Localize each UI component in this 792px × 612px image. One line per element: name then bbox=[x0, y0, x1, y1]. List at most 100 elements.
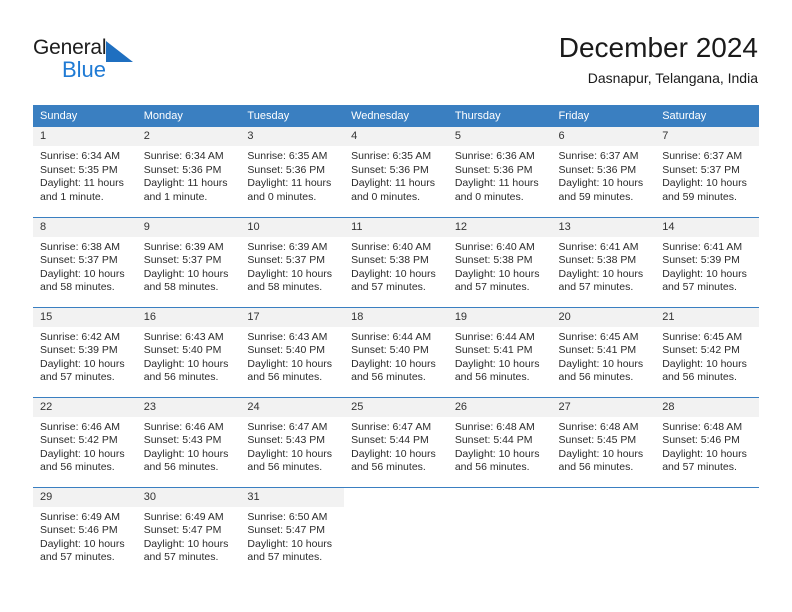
daylight-text-line1: Daylight: 10 hours bbox=[143, 267, 229, 280]
day-details: Sunrise: 6:35 AM Sunset: 5:36 PM Daylight:… bbox=[240, 146, 344, 204]
day-number: 8 bbox=[33, 217, 137, 237]
daylight-text-line1: Daylight: 10 hours bbox=[40, 267, 125, 280]
daylight-text-line1: Daylight: 10 hours bbox=[351, 267, 436, 280]
day-details: Sunrise: 6:46 AM Sunset: 5:42 PM Daylight:… bbox=[33, 417, 137, 475]
sunrise-text: Sunrise: 6:39 AM bbox=[143, 240, 224, 253]
day-number: 25 bbox=[344, 397, 448, 417]
daylight-text-line2: and 57 minutes. bbox=[143, 551, 219, 564]
page-title: December 2024 bbox=[558, 32, 758, 63]
day-number: 5 bbox=[447, 127, 552, 146]
sunset-text: Sunset: 5:40 PM bbox=[351, 344, 429, 357]
sunset-text: Sunset: 5:38 PM bbox=[351, 254, 429, 267]
daylight-text-line1: Daylight: 11 hours bbox=[143, 177, 228, 190]
daylight-text-line1: Daylight: 10 hours bbox=[662, 267, 747, 280]
calendar-day-cell[interactable]: 19 Sunrise: 6:44 AM Sunset: 5:41 PM Dayligh… bbox=[447, 306, 552, 397]
calendar-cell-inner: 14 Sunrise: 6:41 AM Sunset: 5:39 PM Dayligh… bbox=[655, 217, 759, 307]
daylight-text-line2: and 57 minutes. bbox=[247, 551, 323, 564]
day-number: 21 bbox=[655, 307, 759, 327]
sunset-text: Sunset: 5:45 PM bbox=[558, 434, 637, 447]
calendar-day-cell[interactable]: 16 Sunrise: 6:43 AM Sunset: 5:40 PM Dayligh… bbox=[136, 306, 241, 397]
daylight-text-line2: and 56 minutes. bbox=[454, 461, 530, 474]
calendar-day-cell[interactable]: 20 Sunrise: 6:45 AM Sunset: 5:41 PM Dayligh… bbox=[551, 306, 656, 397]
general-blue-logo[interactable]: General Blue bbox=[33, 36, 153, 84]
daylight-text-line1: Daylight: 11 hours bbox=[454, 177, 539, 190]
day-number: 17 bbox=[240, 307, 345, 327]
calendar-week-row: 22 Sunrise: 6:46 AM Sunset: 5:42 PM Dayligh… bbox=[33, 396, 759, 487]
calendar-day-cell[interactable]: 15 Sunrise: 6:42 AM Sunset: 5:39 PM Dayligh… bbox=[33, 306, 137, 397]
daylight-text-line2: and 56 minutes. bbox=[351, 371, 426, 384]
weekday-header-wednesday: Wednesday bbox=[344, 105, 448, 127]
calendar-cell-empty bbox=[344, 486, 448, 577]
calendar-day-cell[interactable]: 18 Sunrise: 6:44 AM Sunset: 5:40 PM Dayligh… bbox=[344, 306, 448, 397]
calendar-day-cell[interactable]: 5 Sunrise: 6:36 AM Sunset: 5:36 PM Daylight… bbox=[447, 127, 552, 217]
calendar-day-cell[interactable]: 23 Sunrise: 6:46 AM Sunset: 5:43 PM Dayligh… bbox=[136, 396, 241, 487]
calendar-day-cell[interactable]: 8 Sunrise: 6:38 AM Sunset: 5:37 PM Daylight… bbox=[33, 216, 137, 307]
calendar-day-cell[interactable]: 26 Sunrise: 6:48 AM Sunset: 5:44 PM Dayligh… bbox=[447, 396, 552, 487]
calendar-day-cell[interactable]: 2 Sunrise: 6:34 AM Sunset: 5:36 PM Daylight… bbox=[136, 127, 241, 217]
daylight-text-line2: and 57 minutes. bbox=[454, 281, 530, 294]
calendar-day-cell[interactable]: 6 Sunrise: 6:37 AM Sunset: 5:36 PM Daylight… bbox=[551, 127, 656, 217]
day-number: 18 bbox=[344, 307, 448, 327]
sunset-text: Sunset: 5:36 PM bbox=[558, 163, 637, 176]
calendar-day-cell[interactable]: 24 Sunrise: 6:47 AM Sunset: 5:43 PM Dayligh… bbox=[240, 396, 345, 487]
daylight-text-line2: and 59 minutes. bbox=[662, 190, 737, 203]
sunrise-text: Sunrise: 6:46 AM bbox=[143, 420, 224, 433]
daylight-text-line1: Daylight: 10 hours bbox=[40, 357, 125, 370]
day-details: Sunrise: 6:48 AM Sunset: 5:44 PM Daylight:… bbox=[448, 417, 552, 475]
calendar-day-cell[interactable]: 4 Sunrise: 6:35 AM Sunset: 5:36 PM Daylight… bbox=[344, 127, 448, 217]
weekday-header-friday: Friday bbox=[551, 105, 656, 127]
page-header: General Blue December 2024 Dasnapur, Tel… bbox=[0, 0, 792, 100]
calendar-day-cell[interactable]: 22 Sunrise: 6:46 AM Sunset: 5:42 PM Dayligh… bbox=[33, 396, 137, 487]
calendar-day-cell[interactable]: 13 Sunrise: 6:41 AM Sunset: 5:38 PM Dayligh… bbox=[551, 216, 656, 307]
day-number: 12 bbox=[447, 217, 552, 237]
calendar-day-cell[interactable]: 3 Sunrise: 6:35 AM Sunset: 5:36 PM Daylight… bbox=[240, 127, 345, 217]
calendar-day-cell[interactable]: 21 Sunrise: 6:45 AM Sunset: 5:42 PM Dayligh… bbox=[655, 306, 759, 397]
calendar-cell-inner: 11 Sunrise: 6:40 AM Sunset: 5:38 PM Dayligh… bbox=[344, 217, 448, 307]
calendar-page: General Blue December 2024 Dasnapur, Tel… bbox=[0, 0, 792, 612]
calendar-day-cell[interactable]: 7 Sunrise: 6:37 AM Sunset: 5:37 PM Daylight… bbox=[655, 127, 759, 217]
day-details: Sunrise: 6:34 AM Sunset: 5:36 PM Daylight:… bbox=[137, 146, 241, 204]
sunrise-text: Sunrise: 6:36 AM bbox=[454, 150, 535, 162]
calendar-day-cell[interactable]: 14 Sunrise: 6:41 AM Sunset: 5:39 PM Dayligh… bbox=[655, 216, 759, 307]
daylight-text-line1: Daylight: 10 hours bbox=[143, 447, 229, 460]
calendar-day-cell[interactable]: 28 Sunrise: 6:48 AM Sunset: 5:46 PM Dayligh… bbox=[655, 396, 759, 487]
calendar-day-cell[interactable]: 17 Sunrise: 6:43 AM Sunset: 5:40 PM Dayligh… bbox=[240, 306, 345, 397]
sunset-text: Sunset: 5:38 PM bbox=[558, 254, 637, 267]
calendar-day-cell[interactable]: 9 Sunrise: 6:39 AM Sunset: 5:37 PM Daylight… bbox=[136, 216, 241, 307]
daylight-text-line1: Daylight: 11 hours bbox=[40, 177, 124, 190]
day-details: Sunrise: 6:50 AM Sunset: 5:47 PM Daylight:… bbox=[240, 507, 344, 565]
daylight-text-line1: Daylight: 10 hours bbox=[351, 447, 436, 460]
day-number: 22 bbox=[33, 397, 137, 417]
calendar-cell-inner bbox=[447, 487, 552, 578]
calendar-day-cell[interactable]: 1 Sunrise: 6:34 AM Sunset: 5:35 PM Daylight… bbox=[33, 127, 137, 217]
daylight-text-line1: Daylight: 10 hours bbox=[454, 357, 540, 370]
sunrise-text: Sunrise: 6:40 AM bbox=[454, 240, 535, 253]
calendar-day-cell[interactable]: 12 Sunrise: 6:40 AM Sunset: 5:38 PM Dayligh… bbox=[447, 216, 552, 307]
day-details: Sunrise: 6:45 AM Sunset: 5:41 PM Daylight:… bbox=[552, 327, 656, 385]
day-number: 4 bbox=[344, 127, 448, 146]
calendar-day-cell[interactable]: 31 Sunrise: 6:50 AM Sunset: 5:47 PM Dayligh… bbox=[240, 486, 345, 577]
daylight-text-line2: and 57 minutes. bbox=[558, 281, 634, 294]
weekday-header-monday: Monday bbox=[136, 105, 241, 127]
sunrise-text: Sunrise: 6:46 AM bbox=[40, 420, 120, 433]
calendar-day-cell[interactable]: 10 Sunrise: 6:39 AM Sunset: 5:37 PM Dayligh… bbox=[240, 216, 345, 307]
calendar-cell-inner: 23 Sunrise: 6:46 AM Sunset: 5:43 PM Dayligh… bbox=[136, 397, 241, 487]
sunrise-text: Sunrise: 6:35 AM bbox=[351, 150, 432, 162]
daylight-text-line2: and 56 minutes. bbox=[662, 371, 737, 384]
calendar-cell-inner: 22 Sunrise: 6:46 AM Sunset: 5:42 PM Dayligh… bbox=[33, 397, 137, 487]
daylight-text-line1: Daylight: 10 hours bbox=[558, 177, 644, 190]
calendar-header-row: Sunday Monday Tuesday Wednesday Thursday… bbox=[33, 105, 759, 127]
sunrise-text: Sunrise: 6:45 AM bbox=[662, 330, 743, 343]
calendar-cell-inner: 3 Sunrise: 6:35 AM Sunset: 5:36 PM Daylight… bbox=[240, 127, 345, 217]
daylight-text-line1: Daylight: 10 hours bbox=[662, 357, 747, 370]
sunrise-text: Sunrise: 6:47 AM bbox=[247, 420, 328, 433]
calendar-day-cell[interactable]: 29 Sunrise: 6:49 AM Sunset: 5:46 PM Dayligh… bbox=[33, 486, 137, 577]
calendar-day-cell[interactable]: 25 Sunrise: 6:47 AM Sunset: 5:44 PM Dayligh… bbox=[344, 396, 448, 487]
sunrise-text: Sunrise: 6:49 AM bbox=[143, 510, 224, 523]
day-details: Sunrise: 6:35 AM Sunset: 5:36 PM Daylight:… bbox=[344, 146, 448, 204]
calendar-day-cell[interactable]: 11 Sunrise: 6:40 AM Sunset: 5:38 PM Dayligh… bbox=[344, 216, 448, 307]
day-details: Sunrise: 6:45 AM Sunset: 5:42 PM Daylight:… bbox=[655, 327, 759, 385]
sunrise-text: Sunrise: 6:44 AM bbox=[454, 330, 535, 343]
calendar-day-cell[interactable]: 27 Sunrise: 6:48 AM Sunset: 5:45 PM Dayligh… bbox=[551, 396, 656, 487]
calendar-day-cell[interactable]: 30 Sunrise: 6:49 AM Sunset: 5:47 PM Dayligh… bbox=[136, 486, 241, 577]
